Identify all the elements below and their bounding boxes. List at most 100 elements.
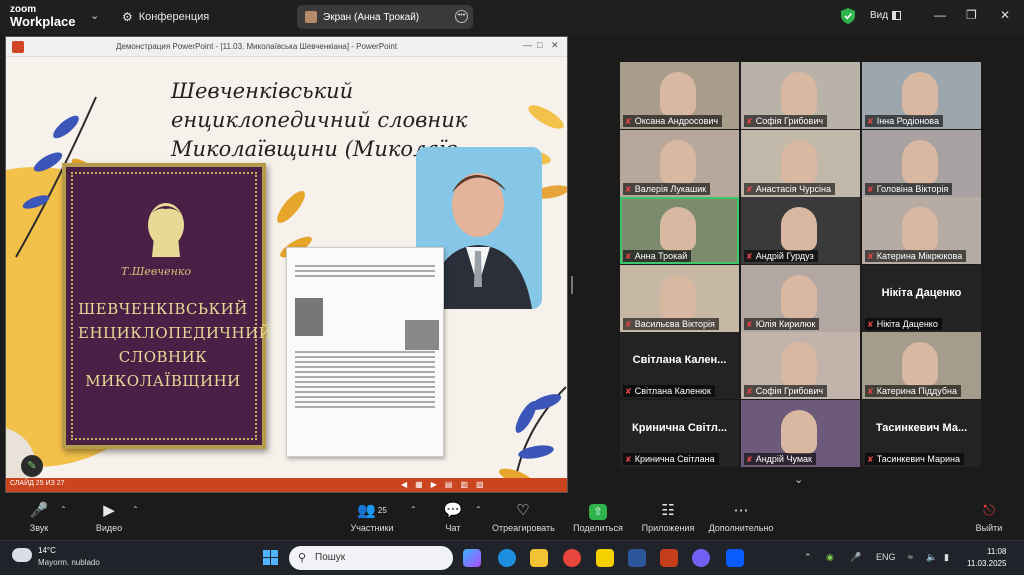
leave-button[interactable]: ⎋ Выйти bbox=[972, 500, 1006, 533]
participant-name: Васильєва Вікторія bbox=[634, 318, 715, 329]
ppt-restore-icon[interactable]: □ bbox=[537, 40, 542, 50]
next-slide-icon[interactable]: ▶ bbox=[431, 480, 437, 489]
slideshow-view-icon[interactable]: ▧ bbox=[476, 480, 484, 489]
meeting-info-button[interactable]: ⚙ Конференция bbox=[122, 10, 209, 24]
react-button[interactable]: ♡ Отреагировать bbox=[492, 500, 555, 533]
participant-name: Тасинкевич Марина bbox=[876, 453, 960, 464]
restore-icon[interactable]: ❐ bbox=[966, 8, 977, 22]
participant-name: Головіна Вікторія bbox=[876, 183, 949, 194]
book-cover: Т.Шевченко ШЕВЧЕНКІВСЬКИЙ ЕНЦИКЛОПЕДИЧНИ… bbox=[62, 163, 272, 449]
pen-tool-icon[interactable]: ✎ bbox=[21, 455, 43, 477]
split-view-handle[interactable] bbox=[571, 276, 573, 294]
participant-tile[interactable]: ✘ Оксана Андросович bbox=[620, 62, 739, 129]
prev-slide-icon[interactable]: ◀ bbox=[401, 480, 407, 489]
clock[interactable]: 11:08 11.03.2025 bbox=[967, 546, 1006, 570]
slide-counter: СЛАЙД 25 ИЗ 27 bbox=[10, 480, 65, 487]
video-options-icon[interactable]: ⌃ bbox=[132, 505, 139, 514]
participant-video bbox=[781, 409, 817, 454]
participants-options-icon[interactable]: ⌃ bbox=[410, 505, 417, 514]
taskbar-search[interactable]: ⚲ Пошук bbox=[289, 546, 453, 570]
participant-tile[interactable]: ✘ Анастасія Чурсіна bbox=[741, 129, 860, 197]
participants-button[interactable]: 👥 25 Участники bbox=[347, 500, 397, 533]
meeting-icon: ⚙ bbox=[122, 10, 133, 24]
minimize-icon[interactable]: — bbox=[934, 8, 946, 22]
participant-tile[interactable]: ✘ Андрій Гурдуз bbox=[741, 197, 860, 264]
participant-tile[interactable]: ✘ Головіна Вікторія bbox=[862, 129, 981, 197]
zoom-logo[interactable]: zoom Workplace bbox=[10, 4, 76, 28]
windows-start-icon[interactable] bbox=[263, 550, 278, 565]
share-button[interactable]: ⇧ Поделиться bbox=[571, 500, 625, 533]
wifi-icon[interactable]: ≈ bbox=[908, 552, 913, 562]
more-button[interactable]: ⋯ Дополнительно bbox=[706, 500, 776, 533]
powerpoint-taskbar-icon[interactable] bbox=[660, 549, 678, 567]
chrome-icon[interactable] bbox=[563, 549, 581, 567]
gallery-next-page-icon[interactable]: ⌄ bbox=[794, 473, 803, 486]
chevron-down-icon[interactable]: ⌄ bbox=[90, 9, 99, 22]
weather-widget[interactable]: 14°C Mayorm. nublado bbox=[12, 545, 100, 569]
participant-name: Андрій Гурдуз bbox=[755, 251, 814, 261]
participant-tile[interactable]: ✘ Андрій Чумак bbox=[741, 399, 860, 467]
mic-muted-icon: ✘ bbox=[746, 184, 753, 194]
participant-tile[interactable]: ✘ Інна Родіонова bbox=[862, 62, 981, 129]
clock-date: 11.03.2025 bbox=[967, 559, 1007, 568]
mic-muted-icon: ✘ bbox=[625, 387, 632, 396]
participant-tile[interactable]: Кринична Світл... ✘ Кринична Світлана bbox=[620, 399, 739, 467]
zoom-window: zoom Workplace ⌄ ⚙ Конференция Экран (Ан… bbox=[0, 0, 1024, 575]
participant-display-name: Тасинкевич Ма... bbox=[875, 421, 968, 434]
encryption-shield-icon[interactable] bbox=[841, 8, 855, 24]
tray-mic-icon[interactable]: 🎤 bbox=[850, 552, 861, 563]
participant-name: Оксана Андросович bbox=[634, 116, 719, 126]
edge-icon[interactable] bbox=[498, 549, 516, 567]
ppt-close-icon[interactable]: ✕ bbox=[551, 40, 559, 51]
normal-view-icon[interactable]: ▤ bbox=[445, 480, 453, 489]
sticky-notes-icon[interactable] bbox=[596, 549, 614, 567]
battery-icon[interactable]: ▮ bbox=[944, 552, 949, 563]
audio-button[interactable]: 🎤 Звук bbox=[24, 500, 54, 533]
chat-options-icon[interactable]: ⌃ bbox=[475, 505, 482, 514]
language-indicator[interactable]: ENG bbox=[876, 552, 896, 562]
mic-muted-icon: ✘ bbox=[867, 184, 874, 194]
participant-tile[interactable]: ✘ Васильєва Вікторія bbox=[620, 264, 739, 332]
participant-tile[interactable]: ✘ Анна Трокай bbox=[620, 197, 739, 264]
close-icon[interactable]: ✕ bbox=[1000, 8, 1010, 22]
participant-name: Нікіта Даценко bbox=[876, 318, 938, 329]
participant-tile[interactable]: ✘ Софія Грибович bbox=[741, 332, 860, 399]
mic-muted-icon: ✘ bbox=[625, 117, 632, 126]
participant-tile[interactable]: ✘ Софія Грибович bbox=[741, 62, 860, 129]
file-explorer-icon[interactable] bbox=[530, 549, 548, 567]
camera-icon: ▶ bbox=[103, 502, 115, 519]
tray-app-icon[interactable]: ◉ bbox=[826, 552, 834, 563]
zoom-taskbar-icon[interactable] bbox=[726, 549, 744, 567]
video-button[interactable]: ▶ Видео bbox=[94, 500, 124, 533]
participant-name-label: ✘ Катерина Мікрюкова bbox=[865, 250, 967, 262]
participant-tile[interactable]: ✘ Юлія Кирилюк bbox=[741, 264, 860, 332]
screen-share-pill[interactable]: Экран (Анна Трокай) ••• bbox=[297, 5, 473, 29]
slide-sorter-icon[interactable]: ▦ bbox=[415, 480, 423, 489]
slide: Шевченківський енциклопедичний словник М… bbox=[6, 57, 567, 479]
participant-video bbox=[660, 139, 696, 184]
participant-tile[interactable]: Нікіта Даценко ✘ Нікіта Даценко bbox=[862, 264, 981, 332]
participant-tile[interactable]: ✘ Валерія Лукашик bbox=[620, 129, 739, 197]
mic-muted-icon: ✘ bbox=[746, 252, 753, 261]
participant-name-label: ✘ Софія Грибович bbox=[744, 385, 828, 397]
participant-name: Юлія Кирилюк bbox=[755, 318, 816, 329]
chat-button[interactable]: 💬 Чат bbox=[440, 500, 466, 533]
apps-button[interactable]: ☷ Приложения bbox=[640, 500, 696, 533]
ppt-minimize-icon[interactable]: — bbox=[523, 40, 532, 50]
view-button[interactable]: Вид bbox=[870, 10, 902, 21]
audio-options-icon[interactable]: ⌃ bbox=[60, 505, 67, 514]
participant-tile[interactable]: ✘ Катерина Мікрюкова bbox=[862, 197, 981, 264]
participant-tile[interactable]: Тасинкевич Ма... ✘ Тасинкевич Марина bbox=[862, 399, 981, 467]
reading-view-icon[interactable]: ▥ bbox=[460, 480, 468, 489]
tray-expand-icon[interactable]: ⌃ bbox=[804, 552, 812, 563]
participant-tile[interactable]: Світлана Кален... ✘ Світлана Каленюк bbox=[620, 332, 739, 399]
participant-video bbox=[781, 207, 817, 251]
participant-tile[interactable]: ✘ Катерина Піддубна bbox=[862, 332, 981, 399]
copilot-icon[interactable] bbox=[463, 549, 481, 567]
word-icon[interactable] bbox=[628, 549, 646, 567]
more-options-icon[interactable]: ••• bbox=[455, 10, 468, 23]
participant-name: Катерина Мікрюкова bbox=[876, 251, 963, 261]
viber-icon[interactable] bbox=[692, 549, 710, 567]
mic-muted-icon: ✘ bbox=[625, 319, 632, 329]
volume-icon[interactable]: 🔈 bbox=[926, 552, 937, 563]
